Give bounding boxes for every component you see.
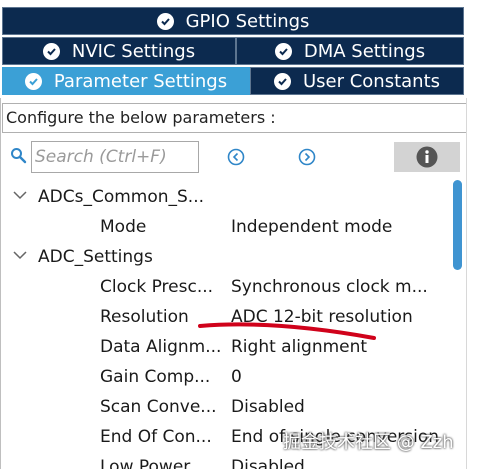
param-row[interactable]: Clock Presc... Synchronous clock m...: [0, 273, 450, 303]
chevron-left-icon: [227, 148, 245, 166]
check-icon: [42, 42, 60, 60]
param-name: Scan Conve...: [100, 397, 217, 417]
check-icon: [156, 12, 174, 30]
window-edge: [466, 98, 477, 469]
param-value[interactable]: 0: [231, 367, 242, 387]
tab-nvic-settings[interactable]: NVIC Settings: [2, 37, 236, 65]
param-value[interactable]: Synchronous clock m...: [231, 277, 428, 297]
param-name: Clock Presc...: [100, 277, 214, 297]
tree-group-adcs-common[interactable]: ADCs_Common_S...: [0, 183, 450, 213]
tab-label: Parameter Settings: [53, 70, 228, 92]
check-icon: [24, 72, 42, 90]
param-row[interactable]: Scan Conve... Disabled: [0, 393, 450, 423]
param-row[interactable]: Gain Comp... 0: [0, 363, 450, 393]
scrollbar-thumb[interactable]: [453, 180, 462, 270]
chevron-right-icon: [298, 148, 316, 166]
annotation-underline: [198, 322, 376, 340]
previous-match-button[interactable]: [227, 148, 245, 166]
settings-tabs: GPIO Settings NVIC Settings DMA Settings…: [0, 0, 477, 98]
tab-parameter-settings[interactable]: Parameter Settings: [2, 67, 250, 95]
tree-group-adc-settings[interactable]: ADC_Settings: [0, 243, 450, 273]
watermark: 掘金技术社区 @ Zzh: [283, 432, 454, 453]
param-value[interactable]: Disabled: [231, 457, 305, 469]
tab-label: NVIC Settings: [71, 40, 196, 62]
param-value[interactable]: Disabled: [231, 397, 305, 417]
tab-label: User Constants: [302, 70, 441, 92]
tab-user-constants[interactable]: User Constants: [250, 67, 464, 95]
param-name: Gain Comp...: [100, 367, 211, 387]
chevron-down-icon[interactable]: [12, 247, 28, 268]
info-icon: [416, 146, 438, 168]
param-name: Low Power ...: [100, 457, 212, 469]
configure-label: Configure the below parameters :: [2, 103, 467, 133]
tab-label: DMA Settings: [303, 40, 426, 62]
param-name: Resolution: [100, 307, 189, 327]
param-row[interactable]: Low Power ... Disabled: [0, 453, 450, 469]
param-name: End Of Con...: [100, 427, 212, 447]
param-name: Mode: [100, 217, 147, 237]
group-label: ADCs_Common_S...: [38, 187, 205, 207]
tab-gpio-settings[interactable]: GPIO Settings: [2, 7, 464, 35]
info-button[interactable]: [394, 142, 460, 172]
check-icon: [274, 42, 292, 60]
group-label: ADC_Settings: [38, 247, 153, 267]
param-row[interactable]: Mode Independent mode: [0, 213, 450, 243]
tab-dma-settings[interactable]: DMA Settings: [236, 37, 464, 65]
search-icon: [10, 147, 27, 168]
chevron-down-icon[interactable]: [12, 187, 28, 208]
param-value[interactable]: Independent mode: [231, 217, 392, 237]
tab-label: GPIO Settings: [185, 10, 310, 32]
check-icon: [273, 72, 291, 90]
search-input[interactable]: Search (Ctrl+F): [31, 141, 199, 173]
next-match-button[interactable]: [298, 148, 316, 166]
